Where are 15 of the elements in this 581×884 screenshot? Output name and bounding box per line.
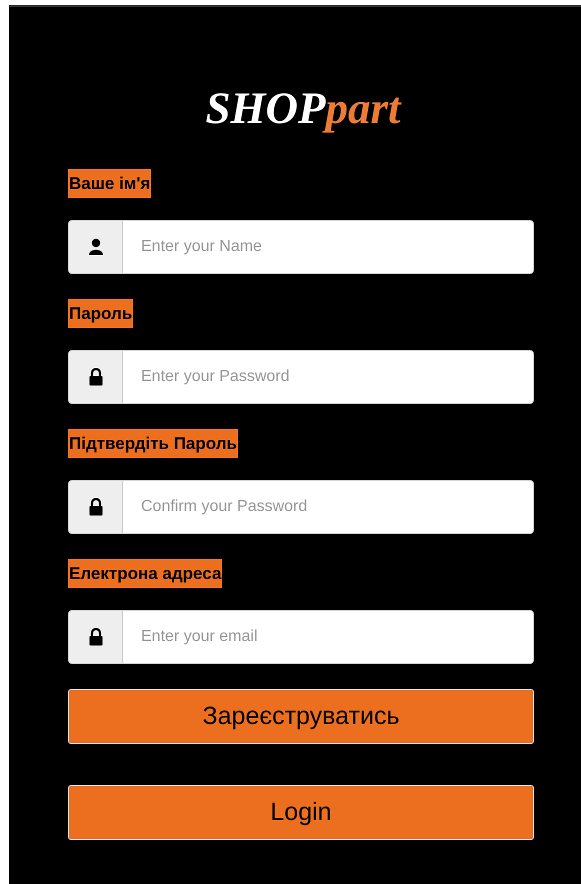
lock-icon [88, 628, 104, 646]
field-label: Електрона адреса [68, 559, 222, 588]
input-field[interactable]: Confirm your Password [68, 480, 534, 534]
login-button[interactable]: Login [68, 785, 534, 840]
register-button[interactable]: Зареєструватись [68, 689, 534, 744]
field-label: Підтвердіть Пароль [68, 429, 238, 458]
user-icon [88, 238, 104, 256]
lock-icon [88, 368, 104, 386]
input-field[interactable]: Enter your Name [68, 220, 534, 274]
field-label: Ваше ім'я [68, 169, 152, 198]
field-label: Пароль [68, 299, 134, 328]
shop-logo: SHOPpart [204, 83, 401, 133]
input-field[interactable]: Enter your Password [68, 350, 534, 404]
input-field[interactable]: Enter your email [68, 610, 534, 664]
lock-icon [88, 498, 104, 516]
